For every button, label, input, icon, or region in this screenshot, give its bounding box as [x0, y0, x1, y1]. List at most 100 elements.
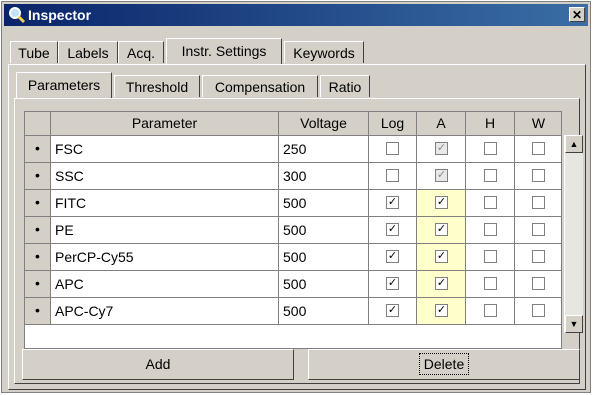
row-marker[interactable]: •	[25, 217, 51, 244]
parameter-cell[interactable]: APC-Cy7	[51, 298, 279, 325]
parameter-cell[interactable]: SSC	[51, 163, 279, 190]
tab-instr-settings[interactable]: Instr. Settings	[166, 38, 282, 64]
h-cell	[466, 298, 515, 325]
delete-button[interactable]: Delete	[308, 349, 580, 380]
a-checkbox[interactable]: ✓	[435, 196, 448, 209]
h-cell	[466, 271, 515, 298]
voltage-cell[interactable]: 500	[279, 190, 369, 217]
table-row[interactable]: • SSC 300 ✓	[25, 163, 561, 190]
log-checkbox[interactable]: ✓	[386, 250, 399, 263]
h-checkbox[interactable]	[484, 304, 497, 317]
window-title: Inspector	[28, 7, 92, 23]
table-row[interactable]: • APC-Cy7 500 ✓ ✓	[25, 298, 561, 325]
h-checkbox[interactable]	[484, 142, 497, 155]
h-checkbox[interactable]	[484, 196, 497, 209]
tab-ratio[interactable]: Ratio	[320, 75, 370, 97]
parameter-cell[interactable]: APC	[51, 271, 279, 298]
a-checkbox[interactable]: ✓	[435, 304, 448, 317]
voltage-cell[interactable]: 500	[279, 217, 369, 244]
close-icon[interactable]: ✕	[569, 7, 585, 22]
voltage-cell[interactable]: 500	[279, 271, 369, 298]
a-checkbox[interactable]: ✓	[435, 223, 448, 236]
w-cell	[515, 163, 561, 190]
a-cell: ✓	[417, 163, 466, 190]
log-checkbox[interactable]: ✓	[386, 277, 399, 290]
log-checkbox[interactable]: ✓	[386, 223, 399, 236]
corner-header	[25, 112, 51, 136]
a-cell: ✓	[417, 217, 466, 244]
log-checkbox[interactable]: ✓	[386, 196, 399, 209]
h-checkbox[interactable]	[484, 250, 497, 263]
w-checkbox[interactable]	[532, 250, 545, 263]
arrow-up-icon[interactable]: ▲	[565, 135, 583, 153]
a-cell: ✓	[417, 190, 466, 217]
tab-threshold[interactable]: Threshold	[114, 75, 200, 97]
a-cell: ✓	[417, 298, 466, 325]
log-cell	[369, 163, 417, 190]
voltage-cell[interactable]: 500	[279, 298, 369, 325]
table-row[interactable]: • FSC 250 ✓	[25, 136, 561, 163]
table-row[interactable]: • PE 500 ✓ ✓	[25, 217, 561, 244]
log-checkbox[interactable]	[386, 142, 399, 155]
h-cell	[466, 190, 515, 217]
h-checkbox[interactable]	[484, 169, 497, 182]
row-marker[interactable]: •	[25, 271, 51, 298]
w-checkbox[interactable]	[532, 304, 545, 317]
w-cell	[515, 136, 561, 163]
tab-acq[interactable]: Acq.	[118, 41, 164, 63]
row-marker[interactable]: •	[25, 163, 51, 190]
vertical-scrollbar[interactable]: ▲ ▼	[564, 135, 583, 333]
tab-labels[interactable]: Labels	[58, 41, 118, 63]
h-cell	[466, 163, 515, 190]
log-cell: ✓	[369, 190, 417, 217]
title-bar[interactable]: Inspector ✕	[4, 4, 588, 26]
parameter-cell[interactable]: PE	[51, 217, 279, 244]
delete-button-label: Delete	[418, 353, 470, 375]
col-header-log[interactable]: Log	[369, 112, 417, 136]
w-checkbox[interactable]	[532, 169, 545, 182]
a-cell: ✓	[417, 136, 466, 163]
a-checkbox[interactable]: ✓	[435, 250, 448, 263]
col-header-parameter[interactable]: Parameter	[51, 112, 279, 136]
voltage-cell[interactable]: 500	[279, 244, 369, 271]
tab-compensation[interactable]: Compensation	[202, 75, 318, 97]
h-checkbox[interactable]	[484, 223, 497, 236]
log-checkbox[interactable]	[386, 169, 399, 182]
col-header-h[interactable]: H	[466, 112, 515, 136]
parameter-cell[interactable]: FITC	[51, 190, 279, 217]
parameter-cell[interactable]: FSC	[51, 136, 279, 163]
magnifier-icon	[8, 6, 26, 24]
sub-tab-strip: Parameters Threshold Compensation Ratio	[16, 72, 576, 99]
col-header-w[interactable]: W	[515, 112, 561, 136]
w-cell	[515, 244, 561, 271]
parameter-cell[interactable]: PerCP-Cy55	[51, 244, 279, 271]
col-header-voltage[interactable]: Voltage	[279, 112, 369, 136]
w-checkbox[interactable]	[532, 142, 545, 155]
a-checkbox[interactable]: ✓	[435, 277, 448, 290]
a-checkbox: ✓	[435, 142, 448, 155]
a-checkbox: ✓	[435, 169, 448, 182]
tab-keywords[interactable]: Keywords	[284, 41, 364, 63]
row-marker[interactable]: •	[25, 244, 51, 271]
row-marker[interactable]: •	[25, 298, 51, 325]
table-row[interactable]: • PerCP-Cy55 500 ✓ ✓	[25, 244, 561, 271]
w-checkbox[interactable]	[532, 277, 545, 290]
w-cell	[515, 190, 561, 217]
table-row[interactable]: • APC 500 ✓ ✓	[25, 271, 561, 298]
arrow-down-icon[interactable]: ▼	[565, 315, 583, 333]
log-cell: ✓	[369, 217, 417, 244]
tab-parameters[interactable]: Parameters	[16, 72, 112, 98]
voltage-cell[interactable]: 250	[279, 136, 369, 163]
row-marker[interactable]: •	[25, 136, 51, 163]
log-checkbox[interactable]: ✓	[386, 304, 399, 317]
w-checkbox[interactable]	[532, 223, 545, 236]
voltage-cell[interactable]: 300	[279, 163, 369, 190]
inspector-window: Inspector ✕ Tube Labels Acq. Instr. Sett…	[1, 1, 591, 393]
row-marker[interactable]: •	[25, 190, 51, 217]
w-checkbox[interactable]	[532, 196, 545, 209]
col-header-a[interactable]: A	[417, 112, 466, 136]
tab-tube[interactable]: Tube	[10, 41, 58, 63]
h-checkbox[interactable]	[484, 277, 497, 290]
add-button[interactable]: Add	[22, 349, 294, 380]
table-row[interactable]: • FITC 500 ✓ ✓	[25, 190, 561, 217]
